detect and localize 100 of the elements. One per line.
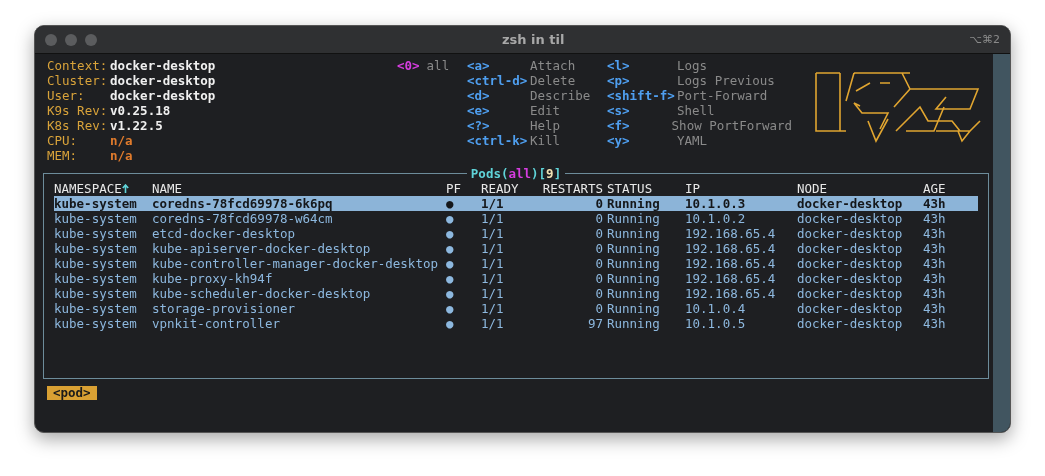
table-cell-text: 43h xyxy=(923,316,947,331)
table-row[interactable]: kube-system vpnkit-controller ● 1/1 97 Running 10.1.0.5 docker-desktop 43h xyxy=(54,316,978,331)
table-cell-text: 192.168.65.4 xyxy=(685,241,777,256)
table-cell-text: 192.168.65.4 xyxy=(685,271,777,286)
table-cell-text: 43h xyxy=(923,211,947,226)
window-shortcut: ⌥⌘2 xyxy=(969,33,1000,46)
info-label: User: xyxy=(47,88,86,103)
table-cell-text: 1/1 xyxy=(481,226,505,241)
shortcut-action: Port-Forward xyxy=(677,88,768,103)
table-cell-text: Running xyxy=(607,241,661,256)
table-title: Pods(all)[9] xyxy=(469,166,563,181)
minimize-icon[interactable] xyxy=(65,33,77,46)
table-cell-text: 43h xyxy=(923,271,947,286)
table-row[interactable]: kube-system kube-apiserver-docker-desktop ● 1/1 0 Running 192.168.65.4 docker-desktop 43h xyxy=(54,241,978,256)
namespace-key: <0> xyxy=(397,58,420,73)
column-header[interactable]: RESTARTS xyxy=(539,181,607,196)
zoom-icon[interactable] xyxy=(85,33,97,46)
table-cell-text: 10.1.0.5 xyxy=(685,316,747,331)
table-cell-text: kube-system xyxy=(54,301,138,316)
table-row[interactable]: kube-system kube-proxy-kh94f ● 1/1 0 Running 192.168.65.4 docker-desktop 43h xyxy=(54,271,978,286)
table-cell-text: 10.1.0.3 xyxy=(685,196,747,211)
table-cell-text: Running xyxy=(607,286,661,301)
shortcut-key: <l> xyxy=(607,58,677,73)
shortcut-key: <shift-f> xyxy=(607,88,677,103)
table-cell-text: 43h xyxy=(923,301,947,316)
shortcut-action: Kill xyxy=(530,133,561,148)
table-cell-text: kube-system xyxy=(54,286,138,301)
table-cell-text: 0 xyxy=(594,256,604,271)
table-cell-text: 0 xyxy=(594,286,604,301)
table-cell-text: 1/1 xyxy=(481,301,505,316)
shortcut-action: Delete xyxy=(530,73,576,88)
shortcut-action: Shell xyxy=(677,103,715,118)
shortcut-action: Show PortForward xyxy=(671,118,792,133)
table-cell-text: 43h xyxy=(923,226,947,241)
info-label: Cluster: xyxy=(47,73,109,88)
table-cell-text: Running xyxy=(607,271,661,286)
shortcut-key: <e> xyxy=(467,103,530,118)
table-cell-text: vpnkit-controller xyxy=(152,316,281,331)
info-value: docker-desktop xyxy=(110,88,216,103)
table-cell-text: 0 xyxy=(594,211,604,226)
column-header[interactable]: STATUS xyxy=(607,181,685,196)
column-header[interactable]: NAME xyxy=(152,181,446,196)
shortcut-key: <p> xyxy=(607,73,677,88)
table-cell-text: 1/1 xyxy=(481,196,505,211)
table-cell-text: Running xyxy=(607,301,661,316)
table-row[interactable]: kube-system storage-provisioner ● 1/1 0 Running 10.1.0.4 docker-desktop 43h xyxy=(54,301,978,316)
info-value: n/a xyxy=(110,133,133,148)
info-label: MEM: xyxy=(47,148,79,163)
column-header[interactable]: AGE xyxy=(923,181,973,196)
table-cell-text: Running xyxy=(607,316,661,331)
table-cell-text: Running xyxy=(607,211,661,226)
column-header[interactable]: READY xyxy=(481,181,539,196)
table-cell-text: etcd-docker-desktop xyxy=(152,226,296,241)
table-cell-text: 43h xyxy=(923,256,947,271)
table-cell-text: 1/1 xyxy=(481,286,505,301)
table-cell-text: 1/1 xyxy=(481,211,505,226)
close-icon[interactable] xyxy=(45,33,57,46)
table-cell-text: kube-system xyxy=(54,196,138,211)
table-cell-text: ● xyxy=(446,196,455,211)
table-cell-text: kube-scheduler-docker-desktop xyxy=(152,286,372,301)
table-row[interactable]: kube-system kube-scheduler-docker-desktop ● 1/1 0 Running 192.168.65.4 docker-desktop 43h xyxy=(54,286,978,301)
table-cell-text: 0 xyxy=(594,226,604,241)
table-cell-text: ● xyxy=(446,226,455,241)
column-header[interactable]: IP xyxy=(685,181,797,196)
table-cell-text: coredns-78fcd69978-6k6pq xyxy=(152,196,334,211)
table-row[interactable]: kube-system coredns-78fcd69978-w64cm ● 1/1 0 Running 10.1.0.2 docker-desktop 43h xyxy=(54,211,978,226)
shortcut-key: <f> xyxy=(607,118,672,133)
window-title: zsh in til xyxy=(500,32,566,47)
table-row[interactable]: kube-system kube-controller-manager-docker-desktop ● 1/1 0 Running 192.168.65.4 docker-desktop 43h xyxy=(54,256,978,271)
table-row[interactable]: kube-system coredns-78fcd69978-6k6pq ● 1/1 0 Running 10.1.0.3 docker-desktop 43h xyxy=(54,196,978,211)
column-header[interactable]: NAMESPACE xyxy=(54,181,152,196)
table-cell-text: ● xyxy=(446,211,455,226)
table-cell-text: ● xyxy=(446,301,455,316)
shortcut-action: Help xyxy=(530,118,561,133)
table-cell-text: Running xyxy=(607,256,661,271)
info-label: Context: xyxy=(47,58,109,73)
table-cell-text: docker-desktop xyxy=(797,301,904,316)
shortcut-key: <ctrl-k> xyxy=(467,133,530,148)
table-row[interactable]: kube-system etcd-docker-desktop ● 1/1 0 Running 192.168.65.4 docker-desktop 43h xyxy=(54,226,978,241)
table-cell-text: docker-desktop xyxy=(797,316,904,331)
table-cell-text: 1/1 xyxy=(481,241,505,256)
info-value: v0.25.18 xyxy=(110,103,171,118)
shortcut-action: Describe xyxy=(530,88,591,103)
table-cell-text: ● xyxy=(446,271,455,286)
shortcut-key: <s> xyxy=(607,103,677,118)
table-cell-text: 10.1.0.2 xyxy=(685,211,747,226)
shortcut-key: <?> xyxy=(467,118,530,133)
shortcut-action: Attach xyxy=(530,58,576,73)
column-header[interactable]: NODE xyxy=(797,181,923,196)
table-cell-text: 0 xyxy=(594,241,604,256)
shortcut-action: Edit xyxy=(530,103,561,118)
table-cell-text: coredns-78fcd69978-w64cm xyxy=(152,211,334,226)
table-cell-text: storage-provisioner xyxy=(152,301,296,316)
table-cell-text: Running xyxy=(607,226,661,241)
shortcut-key: <d> xyxy=(467,88,530,103)
table-cell-text: 1/1 xyxy=(481,316,505,331)
table-cell-text: docker-desktop xyxy=(797,241,904,256)
namespace-label: all xyxy=(426,58,450,73)
column-header[interactable]: PF xyxy=(446,181,481,196)
table-cell-text: ● xyxy=(446,256,455,271)
